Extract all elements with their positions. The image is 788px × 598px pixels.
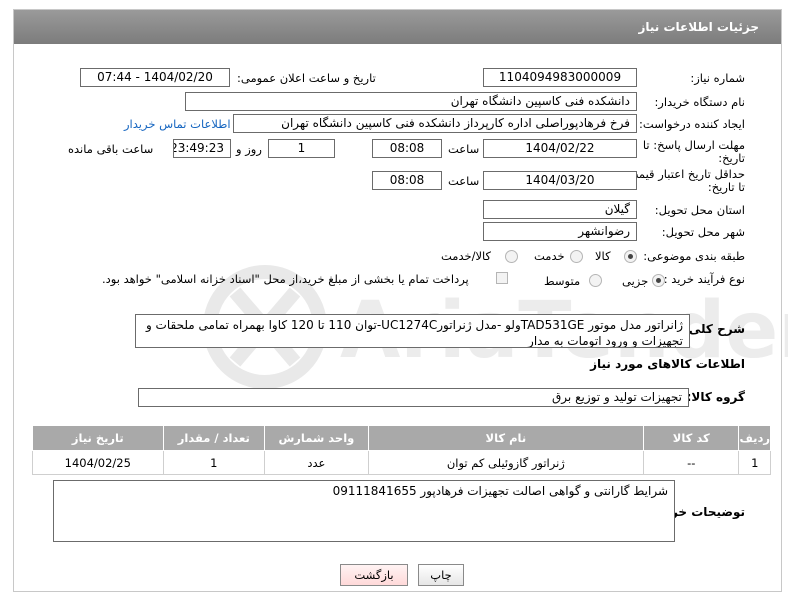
cell-date: 1404/02/25 <box>32 450 164 475</box>
category-option-goods-service: کالا/خدمت <box>441 249 492 263</box>
process-option-minor: جزیی <box>622 274 649 288</box>
buyer-org-field: دانشکده فنی کاسپین دانشگاه تهران <box>185 92 637 111</box>
price-validity-label: حداقل تاریخ اعتبار قیمت: <box>623 167 745 181</box>
goods-group-label: گروه کالا: <box>686 390 745 404</box>
col-code: کد کالا <box>642 425 740 451</box>
col-qty: تعداد / مقدار <box>162 425 266 451</box>
category-radio-goods[interactable] <box>624 250 637 263</box>
remaining-time-field: 23:49:23 <box>173 139 231 158</box>
announce-label: تاریخ و ساعت اعلان عمومی: <box>237 71 376 85</box>
deadline-time-label: ساعت <box>448 142 480 156</box>
creator-field: فرخ فرهادپوراصلی اداره کارپرداز دانشکده … <box>233 114 637 133</box>
page-header: جزئیات اطلاعات نیاز <box>14 10 781 44</box>
city-label: شهر محل تحویل: <box>661 225 745 239</box>
cell-unit: عدد <box>264 450 369 475</box>
col-name: نام کالا <box>367 425 645 451</box>
cell-name: ژنراتور گازوئیلی کم توان <box>367 450 645 475</box>
category-option-service: خدمت <box>534 249 565 263</box>
col-row: ردیف <box>738 425 771 451</box>
col-unit: واحد شمارش <box>264 425 369 451</box>
days-label: روز و <box>236 142 262 156</box>
payment-note: پرداخت تمام یا بخشی از مبلغ خرید،از محل … <box>102 272 469 286</box>
announce-field: 1404/02/20 - 07:44 <box>80 68 230 87</box>
creator-label: ایجاد کننده درخواست: <box>639 117 745 131</box>
goods-table-header: ردیف کد کالا نام کالا واحد شمارش تعداد /… <box>32 425 771 451</box>
print-button[interactable]: چاپ <box>418 564 464 586</box>
city-field: رضوانشهر <box>483 222 637 241</box>
category-option-goods: کالا <box>595 249 611 263</box>
treasury-payment-checkbox[interactable] <box>496 272 508 284</box>
category-radio-service[interactable] <box>570 250 583 263</box>
process-radio-medium[interactable] <box>589 274 602 287</box>
price-validity-date-field: 1404/03/20 <box>483 171 637 190</box>
buyer-notes-field: شرایط گارانتی و گواهی اصالت تجهیزات فرها… <box>53 480 675 542</box>
buyer-org-label: نام دستگاه خریدار: <box>654 95 745 109</box>
buyer-contact-link[interactable]: اطلاعات تماس خریدار <box>124 117 231 131</box>
back-button[interactable]: بازگشت <box>340 564 408 586</box>
cell-qty: 1 <box>162 450 266 475</box>
page-title: جزئیات اطلاعات نیاز <box>638 20 759 34</box>
goods-group-field: تجهیزات تولید و توزیع برق <box>138 388 689 407</box>
deadline-date-field: 1404/02/22 <box>483 139 637 158</box>
deadline-label: مهلت ارسال پاسخ: تا <box>642 138 745 152</box>
price-validity-time-label: ساعت <box>448 174 480 188</box>
price-validity-time-field: 08:08 <box>372 171 442 190</box>
need-number-label: شماره نیاز: <box>690 71 745 85</box>
days-field: 1 <box>268 139 335 158</box>
goods-info-title: اطلاعات کالاهای مورد نیاز <box>590 357 745 371</box>
cell-code: -- <box>642 450 740 475</box>
deadline-label-date: تاریخ: <box>718 151 745 165</box>
process-label: نوع فرآیند خرید : <box>663 272 745 286</box>
goods-table: ردیف کد کالا نام کالا واحد شمارش تعداد /… <box>32 425 771 475</box>
process-radio-minor[interactable] <box>652 274 665 287</box>
summary-field: ژانراتور مدل موتور TAD531GEولو -مدل ژنرا… <box>135 314 690 348</box>
process-option-medium: متوسط <box>544 274 581 288</box>
cell-row: 1 <box>738 450 771 475</box>
remaining-time-label: ساعت باقی مانده <box>68 142 154 156</box>
category-radio-goods-service[interactable] <box>505 250 518 263</box>
province-field: گیلان <box>483 200 637 219</box>
province-label: استان محل تحویل: <box>654 203 745 217</box>
need-number-field: 1104094983000009 <box>483 68 637 87</box>
category-label: طبقه بندی موضوعی: <box>643 249 745 263</box>
table-row: 1 -- ژنراتور گازوئیلی کم توان عدد 1 1404… <box>32 450 771 475</box>
deadline-time-field: 08:08 <box>372 139 442 158</box>
col-date: تاریخ نیاز <box>32 425 164 451</box>
price-validity-label-date: تا تاریخ: <box>707 180 745 194</box>
